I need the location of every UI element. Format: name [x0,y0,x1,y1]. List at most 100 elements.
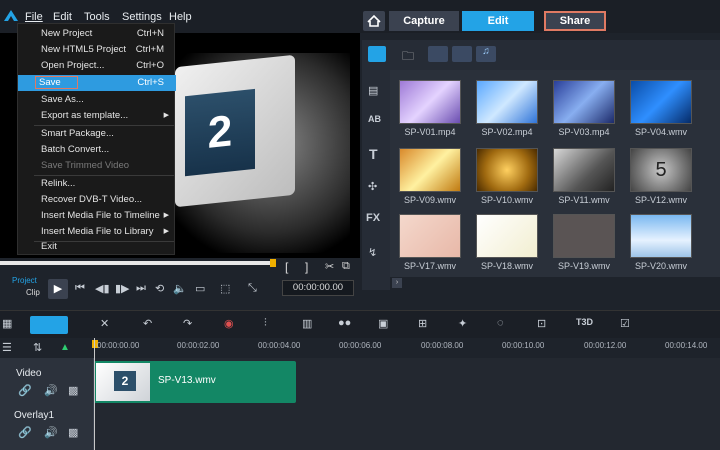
menu-item-open-project[interactable]: Open Project... Ctrl+O [18,58,176,74]
menu-edit[interactable]: Edit [53,10,72,24]
filter-icon[interactable]: FX [366,212,380,224]
library-thumbnail[interactable] [553,148,615,192]
motion-track-icon[interactable]: ✦ [458,317,467,330]
motion-icon[interactable]: ●● [338,317,351,329]
folder-icon[interactable]: 🗀 [402,47,414,68]
hd-preview-icon[interactable]: ▭ [195,282,205,295]
menu-item-save-as[interactable]: Save As... [18,92,176,108]
redo-icon[interactable]: ↷ [183,317,192,330]
mark-in-icon[interactable]: [ [285,260,288,274]
menu-item-batch-convert[interactable]: Batch Convert... [18,142,176,158]
library-item-label: SP-V02.mp4 [481,127,533,137]
storyboard-view-icon[interactable]: ▦ [2,317,12,330]
tools-icon[interactable]: ✕ [100,317,109,330]
home-start-icon[interactable]: ⏮ [75,282,85,295]
grid-icon[interactable]: ▩ [68,384,78,397]
transition-icon[interactable]: AB [368,114,381,124]
menu-item-relink[interactable]: Relink... [18,176,176,192]
library-thumbnail[interactable]: 5 [630,148,692,192]
ruler-label: 00:00:00.00 [97,341,140,350]
aspect-ratio-icon[interactable]: ⬚ [220,282,230,295]
crop-icon[interactable]: ⊡ [537,317,546,330]
ruler-label: 00:00:08.00 [421,341,464,350]
expand-arrow-icon[interactable]: › [392,278,402,288]
mute-icon[interactable]: 🔊 [44,426,58,439]
link-icon[interactable]: 🔗 [18,426,32,439]
library-scroll-area[interactable] [390,277,720,290]
snapshot-icon[interactable]: ⧉ [342,260,350,273]
library-thumbnail[interactable] [630,80,692,124]
tab-capture[interactable]: Capture [389,11,459,31]
mark-out-icon[interactable]: ] [305,260,308,274]
sort-icon[interactable]: ⇅ [33,341,42,354]
timecode-display[interactable]: 00:00:00.00 [282,280,354,296]
menu-item-recover-dvbt[interactable]: Recover DVB-T Video... [18,192,176,208]
menu-file[interactable]: File [25,10,43,24]
menu-item-export-template[interactable]: Export as template... ▶ [18,108,176,124]
menu-tools[interactable]: Tools [84,10,110,24]
scrub-handle[interactable] [270,259,276,267]
grid-icon[interactable]: ▩ [68,426,78,439]
library-thumbnail[interactable] [553,80,615,124]
overlay-track[interactable]: Overlay1 🔗 🔊 ▩ [0,406,720,450]
menu-item-new-project[interactable]: New Project Ctrl+N [18,26,176,42]
timeline-view-icon[interactable] [30,316,68,334]
graphics-icon[interactable]: ✣ [368,180,377,193]
menu-item-exit[interactable]: Exit [18,239,176,255]
home-button[interactable] [363,11,385,31]
add-track-icon[interactable]: ▲ [60,342,70,353]
library-thumbnail[interactable] [399,80,461,124]
video-track-header: Video 🔗 🔊 ▩ [0,358,94,406]
library-thumbnail[interactable] [476,148,538,192]
end-icon[interactable]: ⏭ [136,282,146,295]
mute-icon[interactable]: 🔊 [44,384,58,397]
play-button[interactable]: ▶ [48,279,68,299]
clip-mode-label[interactable]: Clip [26,288,40,297]
menu-item-insert-library[interactable]: Insert Media File to Library ▶ [18,224,176,240]
resize-icon[interactable]: ⤡ [248,282,257,295]
tab-edit[interactable]: Edit [462,11,534,31]
library-thumbnail[interactable] [553,214,615,258]
record-icon[interactable]: ◉ [224,317,234,330]
link-icon[interactable]: 🔗 [18,384,32,397]
repeat-icon[interactable]: ⟲ [155,282,164,295]
show-photos-icon[interactable] [452,46,472,62]
library-thumbnail[interactable] [476,214,538,258]
library-item-label: SP-V19.wmv [557,261,610,271]
menu-item-save[interactable]: Save Ctrl+S [18,75,176,91]
split-screen-icon[interactable]: ⊞ [418,317,427,330]
mixer-icon[interactable]: ⫶ [264,317,267,330]
library-thumbnail[interactable] [399,148,461,192]
menu-settings[interactable]: Settings [122,10,162,24]
undo-icon[interactable]: ↶ [143,317,152,330]
split-icon[interactable]: ✂ [325,260,334,273]
library-thumbnail[interactable] [399,214,461,258]
library-thumbnail[interactable] [630,214,692,258]
prev-frame-icon[interactable]: ◀▮ [95,282,110,295]
scrub-bar[interactable] [0,261,270,265]
auto-music-icon[interactable]: ▥ [302,317,312,330]
menu-item-new-html5-project[interactable]: New HTML5 Project Ctrl+M [18,42,176,58]
timeline-clip[interactable]: 2 SP-V13.wmv [94,361,296,403]
title-3d-icon[interactable]: T3D [576,317,593,327]
tab-share[interactable]: Share [544,11,606,31]
title-icon[interactable]: T [369,146,378,162]
subtitle-icon[interactable]: ▣ [378,317,388,330]
menu-help[interactable]: Help [169,10,192,24]
track-manager-icon[interactable]: ☰ [2,341,12,354]
media-icon[interactable] [368,46,386,62]
next-frame-icon[interactable]: ▮▶ [115,282,130,295]
submenu-arrow-icon: ▶ [163,228,169,235]
instant-project-icon[interactable]: ▤ [368,84,378,97]
menu-item-smart-package[interactable]: Smart Package... [18,126,176,142]
mask-icon[interactable]: ◌ [497,317,504,329]
path-icon[interactable]: ↯ [368,246,377,259]
media-library: SP-V01.mp4 SP-V02.mp4 SP-V03.mp4 SP-V04.… [390,70,720,290]
menu-item-insert-timeline[interactable]: Insert Media File to Timeline ▶ [18,208,176,224]
show-videos-icon[interactable] [428,46,448,62]
checklist-icon[interactable]: ☑ [620,317,630,330]
volume-icon[interactable]: 🔈 [173,282,187,295]
show-audio-icon[interactable]: ♫ [476,46,496,62]
project-mode-label[interactable]: Project [12,276,37,285]
library-thumbnail[interactable] [476,80,538,124]
